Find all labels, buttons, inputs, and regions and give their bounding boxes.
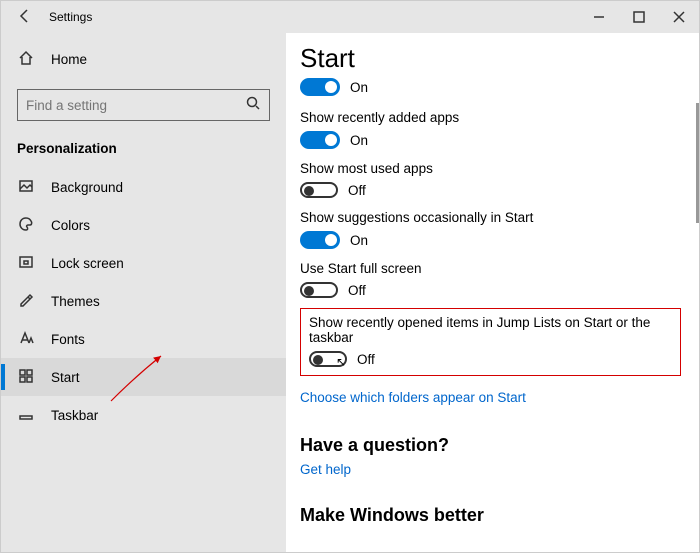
folders-link[interactable]: Choose which folders appear on Start — [300, 390, 681, 405]
setting-label: Show recently added apps — [300, 110, 681, 125]
category-header: Personalization — [1, 133, 286, 168]
sidebar-item-label: Taskbar — [51, 408, 98, 423]
setting-suggestions: Show suggestions occasionally in Start O… — [300, 210, 681, 249]
sidebar-item-fonts[interactable]: Fonts — [1, 320, 286, 358]
palette-icon — [17, 216, 35, 235]
toggle-state: Off — [348, 183, 366, 198]
cursor-icon: ↖ — [336, 355, 346, 369]
home-nav[interactable]: Home — [1, 41, 286, 77]
sidebar-item-themes[interactable]: Themes — [1, 282, 286, 320]
toggle-switch[interactable] — [300, 78, 340, 96]
home-icon — [17, 50, 35, 69]
maximize-button[interactable] — [619, 1, 659, 33]
toggle-switch[interactable] — [300, 282, 338, 298]
start-icon — [17, 368, 35, 387]
setting-label: Show suggestions occasionally in Start — [300, 210, 681, 225]
window-title: Settings — [41, 10, 92, 24]
scrollbar[interactable] — [696, 103, 699, 223]
partial-setting: On — [300, 76, 681, 98]
sidebar: Home Personalization Background Colors L… — [1, 33, 286, 552]
question-heading: Have a question? — [300, 435, 681, 456]
sidebar-item-start[interactable]: Start — [1, 358, 286, 396]
sidebar-item-colors[interactable]: Colors — [1, 206, 286, 244]
image-icon — [17, 178, 35, 197]
setting-label: Show recently opened items in Jump Lists… — [309, 315, 672, 345]
toggle-state: Off — [357, 352, 375, 367]
get-help-link[interactable]: Get help — [300, 462, 681, 477]
search-box[interactable] — [17, 89, 270, 121]
setting-label: Show most used apps — [300, 161, 681, 176]
search-icon — [245, 95, 261, 116]
toggle-state: On — [350, 133, 368, 148]
home-label: Home — [51, 52, 87, 67]
toggle-switch[interactable] — [300, 131, 340, 149]
setting-label: Use Start full screen — [300, 261, 681, 276]
sidebar-item-label: Start — [51, 370, 80, 385]
sidebar-item-label: Themes — [51, 294, 100, 309]
setting-recently-added: Show recently added apps On — [300, 110, 681, 149]
setting-most-used: Show most used apps Off — [300, 161, 681, 198]
minimize-button[interactable] — [579, 1, 619, 33]
setting-fullscreen: Use Start full screen Off — [300, 261, 681, 298]
better-heading: Make Windows better — [300, 505, 681, 526]
sidebar-item-lockscreen[interactable]: Lock screen — [1, 244, 286, 282]
sidebar-item-label: Fonts — [51, 332, 85, 347]
sidebar-item-label: Lock screen — [51, 256, 124, 271]
sidebar-item-taskbar[interactable]: Taskbar — [1, 396, 286, 434]
fonts-icon — [17, 330, 35, 349]
content-pane: Start On Show recently added apps On Sho… — [286, 33, 699, 552]
sidebar-item-label: Background — [51, 180, 123, 195]
close-button[interactable] — [659, 1, 699, 33]
toggle-switch[interactable] — [300, 182, 338, 198]
search-input[interactable] — [26, 98, 245, 113]
titlebar: Settings — [1, 1, 699, 33]
toggle-switch[interactable] — [300, 231, 340, 249]
lock-icon — [17, 254, 35, 273]
toggle-state: On — [350, 80, 368, 95]
sidebar-item-label: Colors — [51, 218, 90, 233]
toggle-state: On — [350, 233, 368, 248]
taskbar-icon — [17, 406, 35, 425]
toggle-state: Off — [348, 283, 366, 298]
back-button[interactable] — [9, 8, 41, 27]
sidebar-item-background[interactable]: Background — [1, 168, 286, 206]
themes-icon — [17, 292, 35, 311]
page-title: Start — [300, 43, 681, 74]
highlighted-setting: Show recently opened items in Jump Lists… — [300, 308, 681, 376]
